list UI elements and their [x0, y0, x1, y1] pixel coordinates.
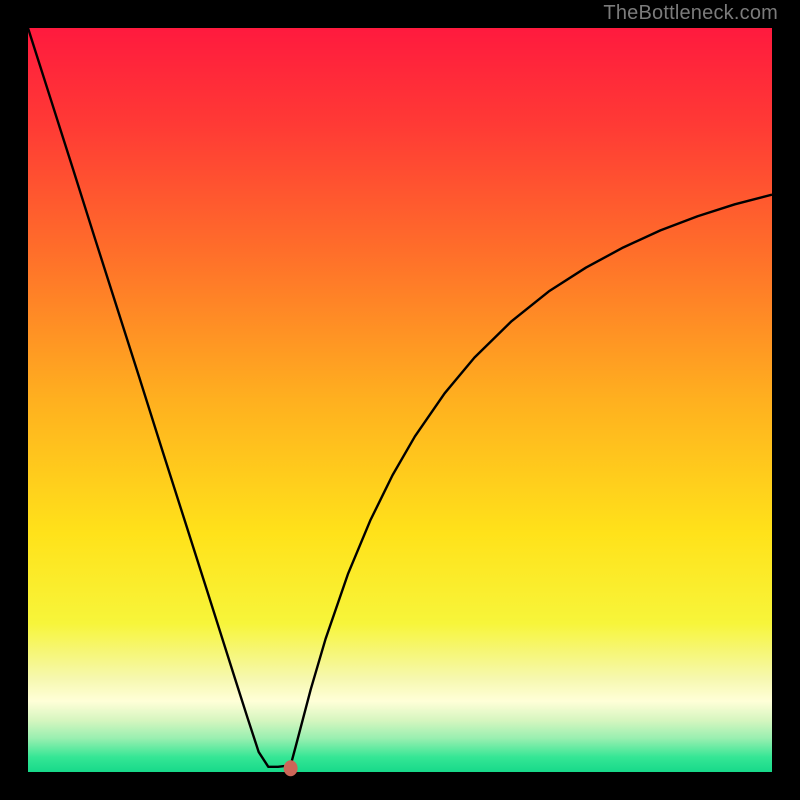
watermark-text: TheBottleneck.com [603, 2, 778, 25]
minimum-marker [284, 760, 298, 776]
gradient-plot-area [28, 28, 772, 772]
bottleneck-chart [0, 0, 800, 800]
chart-frame: TheBottleneck.com [0, 0, 800, 800]
